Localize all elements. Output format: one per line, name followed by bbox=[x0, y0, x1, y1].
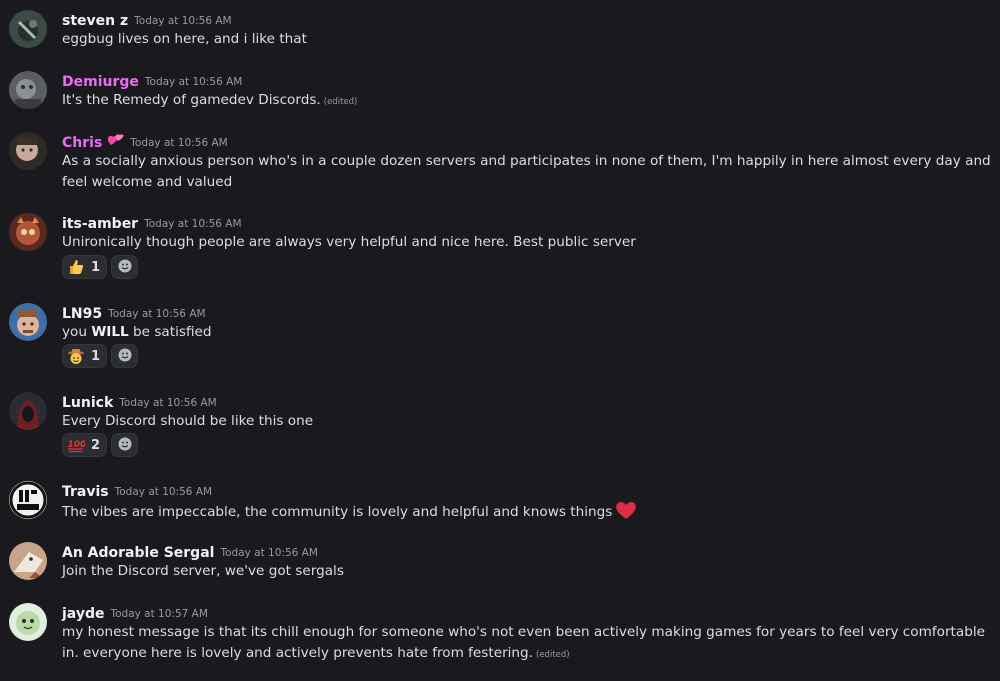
author-name[interactable]: Lunick bbox=[62, 395, 113, 411]
avatar[interactable] bbox=[9, 71, 47, 109]
timestamp[interactable]: Today at 10:56 AM bbox=[108, 308, 205, 320]
smiley-add-icon bbox=[118, 258, 132, 277]
avatar[interactable] bbox=[9, 303, 47, 341]
reaction-cowboy-face[interactable]: 1 bbox=[62, 344, 108, 368]
message-text-content: my honest message is that its chill enou… bbox=[62, 624, 985, 661]
text-segment: you bbox=[62, 324, 92, 340]
timestamp[interactable]: Today at 10:56 AM bbox=[130, 137, 227, 149]
message-text: It's the Remedy of gamedev Discords. (edi… bbox=[62, 90, 997, 113]
cowboy-face-icon bbox=[67, 347, 85, 365]
edited-label: (edited) bbox=[323, 97, 358, 107]
two-hearts-icon bbox=[106, 132, 124, 153]
add-reaction-button[interactable] bbox=[111, 255, 139, 279]
reactions-bar: 1 bbox=[62, 344, 139, 368]
timestamp[interactable]: Today at 10:56 AM bbox=[144, 218, 241, 230]
red-heart-icon bbox=[615, 500, 637, 527]
author-name[interactable]: its-amber bbox=[62, 216, 138, 232]
message-list[interactable]: steven z Today at 10:56 AM eggbug lives o… bbox=[0, 0, 1000, 681]
smiley-add-icon bbox=[118, 347, 132, 366]
timestamp[interactable]: Today at 10:56 AM bbox=[145, 76, 242, 88]
smiley-add-icon bbox=[118, 436, 132, 455]
author-name[interactable]: steven z bbox=[62, 13, 128, 29]
reaction-thumbs-up[interactable]: 1 bbox=[62, 255, 108, 279]
message-text-content: The vibes are impeccable, the community … bbox=[62, 504, 613, 520]
author-name[interactable]: Chris bbox=[62, 135, 102, 151]
avatar[interactable] bbox=[9, 481, 47, 519]
avatar[interactable] bbox=[9, 542, 47, 580]
add-reaction-button[interactable] bbox=[111, 344, 139, 368]
edited-label: (edited) bbox=[536, 650, 570, 660]
author-name[interactable]: LN95 bbox=[62, 306, 102, 322]
message-text: Join the Discord server, we've got serga… bbox=[62, 563, 344, 579]
reaction-count: 1 bbox=[91, 259, 101, 275]
author-name[interactable]: jayde bbox=[62, 606, 104, 622]
message-text: As a socially anxious person who's in a … bbox=[62, 153, 991, 190]
bold-text: WILL bbox=[91, 324, 129, 340]
author-name[interactable]: An Adorable Sergal bbox=[62, 545, 214, 561]
message-text: Unironically though people are always ve… bbox=[62, 234, 636, 250]
message-text-content: It's the Remedy of gamedev Discords. bbox=[62, 92, 321, 108]
timestamp[interactable]: Today at 10:56 AM bbox=[134, 15, 231, 27]
author-name[interactable]: Demiurge bbox=[62, 74, 139, 90]
message-text: you WILL be satisfied bbox=[62, 322, 997, 343]
reactions-bar: 100 2 bbox=[62, 433, 139, 457]
avatar[interactable] bbox=[9, 213, 47, 251]
message-text: my honest message is that its chill enou… bbox=[62, 622, 997, 666]
timestamp[interactable]: Today at 10:57 AM bbox=[110, 608, 207, 620]
reaction-hundred-points[interactable]: 100 2 bbox=[62, 433, 108, 457]
timestamp[interactable]: Today at 10:56 AM bbox=[115, 486, 212, 498]
thumbs-up-icon bbox=[67, 258, 85, 276]
message-text: The vibes are impeccable, the community … bbox=[62, 500, 997, 527]
reactions-bar: 1 bbox=[62, 255, 139, 279]
message-text: Every Discord should be like this one bbox=[62, 413, 314, 429]
timestamp[interactable]: Today at 10:56 AM bbox=[220, 547, 317, 559]
avatar[interactable] bbox=[9, 10, 47, 48]
avatar[interactable] bbox=[9, 392, 47, 430]
author-name[interactable]: Travis bbox=[62, 484, 109, 500]
timestamp[interactable]: Today at 10:56 AM bbox=[119, 397, 216, 409]
avatar[interactable] bbox=[9, 603, 47, 641]
reaction-count: 1 bbox=[91, 348, 101, 364]
hundred-points-icon: 100 bbox=[67, 436, 86, 454]
reaction-count: 2 bbox=[91, 437, 101, 453]
text-segment: be satisfied bbox=[128, 324, 212, 340]
avatar[interactable] bbox=[9, 132, 47, 170]
add-reaction-button[interactable] bbox=[111, 433, 139, 457]
message-text: eggbug lives on here, and i like that bbox=[62, 31, 307, 47]
